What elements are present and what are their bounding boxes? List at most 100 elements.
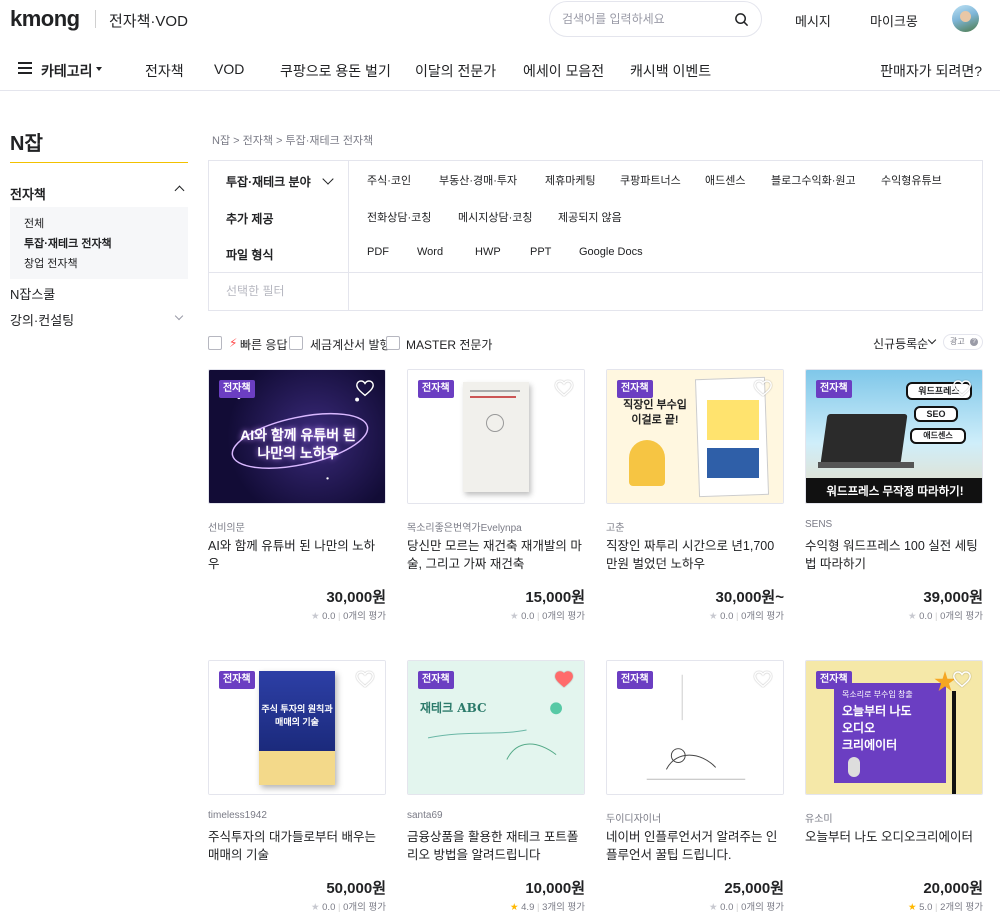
heart-icon[interactable] xyxy=(355,379,375,397)
filter-option-phone[interactable]: 전화상담·코칭 xyxy=(367,209,431,225)
filter-option-message[interactable]: 메시지상담·코칭 xyxy=(458,209,533,225)
nav-essay[interactable]: 에세이 모음전 xyxy=(523,61,604,81)
product-thumbnail[interactable]: 직장인 부수입 이걸로 끝! 전자책 xyxy=(606,369,784,504)
product-thumbnail[interactable]: 전자책 xyxy=(407,369,585,504)
heart-icon[interactable] xyxy=(554,379,574,397)
filter-option-gdocs[interactable]: Google Docs xyxy=(579,246,643,258)
heart-filled-icon[interactable] xyxy=(554,670,574,688)
review-count: 0개의 평가 xyxy=(343,902,386,913)
rating-divider: | xyxy=(537,611,540,622)
product-rating: ★ 0.0 | 0개의 평가 xyxy=(709,899,784,913)
filter-option-none[interactable]: 제공되지 않음 xyxy=(558,209,622,225)
product-thumbnail[interactable]: 목소리로 부수입 창출 오늘부터 나도 오디오 크리에이터 전자책 xyxy=(805,660,983,795)
tax-invoice-checkbox[interactable] xyxy=(289,336,303,350)
nav-cashback[interactable]: 캐시백 이벤트 xyxy=(630,61,711,81)
search-input[interactable] xyxy=(562,10,732,28)
product-thumbnail[interactable]: 워드프레스 SEO 애드센스 워드프레스 무작정 따라하기! 전자책 xyxy=(805,369,983,504)
heart-icon[interactable] xyxy=(753,379,773,397)
sidebar-title: N잡 xyxy=(10,133,43,155)
product-rating: ★ 0.0 | 0개의 평가 xyxy=(311,899,386,913)
rating-divider: | xyxy=(338,611,341,622)
sidebar-sub-startup[interactable]: 창업 전자책 xyxy=(24,255,78,271)
filter-option-hwp[interactable]: HWP xyxy=(475,246,501,258)
nav-ebook[interactable]: 전자책 xyxy=(145,61,184,81)
product-thumbnail[interactable]: 주식 투자의 원칙과 매매의 기술 전자책 xyxy=(208,660,386,795)
filter-option-adsense[interactable]: 애드센스 xyxy=(705,172,745,188)
become-seller-link[interactable]: 판매자가 되려면? xyxy=(880,61,982,81)
chevron-down-icon[interactable] xyxy=(174,311,184,321)
heart-icon[interactable] xyxy=(952,670,972,688)
avatar[interactable] xyxy=(952,5,979,32)
chevron-down-icon[interactable] xyxy=(322,173,334,185)
seller-name[interactable]: 목소리좋은번역가Evelynpa xyxy=(407,519,522,534)
breadcrumb[interactable]: N잡 > 전자책 > 투잡·재테크 전자책 xyxy=(212,132,373,148)
chevron-down-icon[interactable] xyxy=(927,335,937,345)
master-label[interactable]: MASTER 전문가 xyxy=(406,336,492,353)
filter-option-stock[interactable]: 주식·코인 xyxy=(367,172,411,188)
product-title[interactable]: 당신만 모르는 재건축 재개발의 마술, 그리고 가짜 재건축 xyxy=(407,537,585,573)
cover-text: 워드프레스 무작정 따라하기! xyxy=(826,486,964,498)
ad-label: 광고 xyxy=(950,337,965,346)
category-nav: 카테고리 전자책 VOD 쿠팡으로 용돈 벌기 이달의 전문가 에세이 모음전 … xyxy=(0,50,1000,91)
product-thumbnail[interactable]: 전자책 xyxy=(606,660,784,795)
fast-response-checkbox[interactable] xyxy=(208,336,222,350)
seller-name[interactable]: santa69 xyxy=(407,810,443,821)
filter-option-pdf[interactable]: PDF xyxy=(367,246,389,258)
mykmong-link[interactable]: 마이크몽 xyxy=(870,11,918,30)
filter-field-label[interactable]: 투잡·재테크 분야 xyxy=(226,173,311,190)
seller-name[interactable]: 선비의문 xyxy=(208,519,245,534)
help-icon[interactable]: ? xyxy=(970,338,978,346)
rating-score: 0.0 xyxy=(720,611,734,622)
kmong-logo[interactable]: kmong xyxy=(10,6,80,32)
sort-dropdown[interactable]: 신규등록순 xyxy=(873,335,928,352)
heart-icon[interactable] xyxy=(753,670,773,688)
hamburger-icon[interactable] xyxy=(18,62,32,74)
sidebar-item-lecture[interactable]: 강의·컨설팅 xyxy=(10,310,74,329)
ad-badge[interactable]: 광고? xyxy=(943,334,983,350)
category-menu-button[interactable]: 카테고리 xyxy=(41,61,93,81)
search-box[interactable] xyxy=(549,1,762,37)
product-title[interactable]: AI와 함께 유튜버 된 나만의 노하우 xyxy=(208,537,386,573)
master-checkbox[interactable] xyxy=(386,336,400,350)
nav-vod[interactable]: VOD xyxy=(214,61,244,77)
chevron-up-icon[interactable] xyxy=(174,185,185,196)
tax-invoice-label[interactable]: 세금계산서 발행 xyxy=(310,336,391,353)
sidebar-sub-invest[interactable]: 투잡·재테크 전자책 xyxy=(24,235,112,251)
seller-name[interactable]: 고춘 xyxy=(606,519,624,534)
product-title[interactable]: 금융상품을 활용한 재테크 포트폴리오 방법을 알려드립니다 xyxy=(407,828,585,864)
nav-coupang[interactable]: 쿠팡으로 용돈 벌기 xyxy=(280,61,391,81)
filter-option-ppt[interactable]: PPT xyxy=(530,246,551,258)
filter-option-youtube[interactable]: 수익형유튜브 xyxy=(881,172,942,188)
seller-name[interactable]: 유소미 xyxy=(805,810,833,825)
seller-name[interactable]: 두이디자이너 xyxy=(606,810,661,825)
search-icon[interactable] xyxy=(734,12,749,27)
heart-icon[interactable] xyxy=(952,379,972,397)
filter-option-affiliate[interactable]: 제휴마케팅 xyxy=(545,172,596,188)
filter-option-coupang[interactable]: 쿠팡파트너스 xyxy=(620,172,681,188)
nav-expert-of-month[interactable]: 이달의 전문가 xyxy=(415,61,496,81)
messages-link[interactable]: 메시지 xyxy=(795,11,831,30)
sidebar-submenu: 전체 투잡·재테크 전자책 창업 전자책 xyxy=(10,207,188,279)
sidebar-item-ebook[interactable]: 전자책 xyxy=(10,184,46,203)
product-title[interactable]: 수익형 워드프레스 100 실전 세팅법 따라하기 xyxy=(805,537,983,573)
cover-badge: 애드센스 xyxy=(910,428,966,444)
filter-option-realestate[interactable]: 부동산·경매·투자 xyxy=(439,172,517,188)
caret-down-icon[interactable] xyxy=(96,67,102,71)
fast-response-label[interactable]: 빠른 응답 xyxy=(240,336,288,353)
product-title[interactable]: 주식투자의 대가들로부터 배우는 매매의 기술 xyxy=(208,828,386,864)
filter-extra-label: 추가 제공 xyxy=(226,212,274,226)
filter-option-blog[interactable]: 블로그수익화·원고 xyxy=(771,172,856,188)
product-title[interactable]: 네이버 인플루언서거 알려주는 인플루언서 꿀팁 드립니다. xyxy=(606,828,784,864)
filter-file-label: 파일 형식 xyxy=(226,248,274,262)
filter-option-word[interactable]: Word xyxy=(417,246,443,258)
product-title[interactable]: 직장인 짜투리 시간으로 년1,700만원 벌었던 노하우 xyxy=(606,537,784,573)
heart-icon[interactable] xyxy=(355,670,375,688)
product-thumbnail[interactable]: 재테크 ABC 전자책 xyxy=(407,660,585,795)
sidebar-item-njob-school[interactable]: N잡스쿨 xyxy=(10,284,55,303)
seller-name[interactable]: timeless1942 xyxy=(208,810,267,821)
product-title[interactable]: 오늘부터 나도 오디오크리에이터 xyxy=(805,828,983,846)
section-title[interactable]: 전자책·VOD xyxy=(109,10,188,31)
seller-name[interactable]: SENS xyxy=(805,519,832,530)
product-thumbnail[interactable]: AI와 함께 유튜버 된 나만의 노하우 전자책 xyxy=(208,369,386,504)
sidebar-sub-all[interactable]: 전체 xyxy=(24,215,44,231)
